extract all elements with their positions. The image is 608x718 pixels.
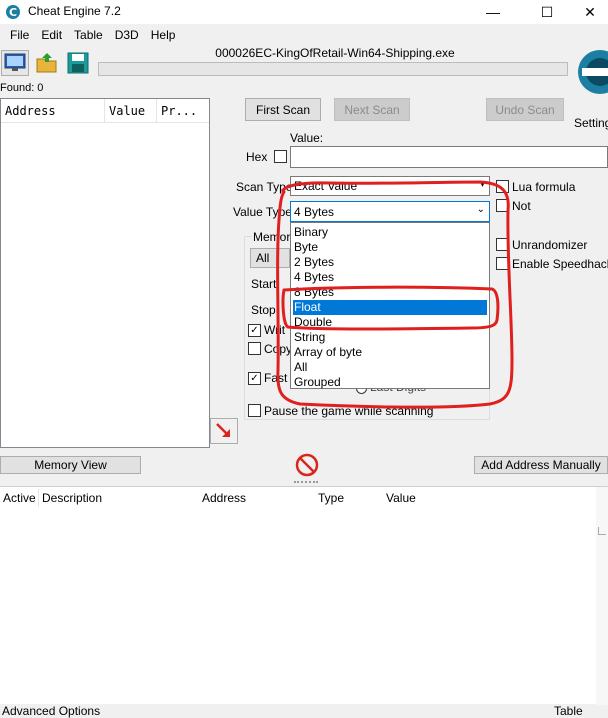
- folder-open-icon: [36, 53, 57, 73]
- found-count: Found: 0: [0, 82, 44, 94]
- speedhack-checkbox[interactable]: [496, 257, 509, 270]
- hex-checkbox[interactable]: [274, 150, 287, 163]
- lua-formula-checkbox[interactable]: [496, 180, 509, 193]
- svg-text:C: C: [9, 6, 17, 19]
- column-divider: [38, 489, 39, 507]
- option-all[interactable]: All: [293, 360, 487, 375]
- process-name-label: 000026EC-KingOfRetail-Win64-Shipping.exe: [215, 46, 455, 60]
- chevron-down-icon: ▾: [479, 179, 485, 190]
- pause-game-checkbox[interactable]: [248, 404, 261, 417]
- memory-region-value: All: [256, 251, 270, 265]
- title-bar: C Cheat Engine 7.2 — ☐ ✕: [0, 0, 608, 24]
- option-binary[interactable]: Binary: [293, 225, 487, 240]
- value-input[interactable]: [290, 146, 608, 168]
- column-value[interactable]: Value: [386, 491, 416, 505]
- status-bar: Advanced Options Table Extras: [0, 702, 608, 718]
- next-scan-button[interactable]: Next Scan: [334, 98, 410, 121]
- not-checkbox[interactable]: [496, 199, 509, 212]
- scan-type-label: Scan Type: [236, 180, 293, 194]
- unrandomizer-checkbox[interactable]: [496, 238, 509, 251]
- column-active[interactable]: Active: [3, 491, 36, 505]
- copy-on-write-label: Copy: [264, 342, 293, 356]
- value-label: Value:: [290, 131, 324, 145]
- option-byte[interactable]: Byte: [293, 240, 487, 255]
- writable-checkbox[interactable]: ✓: [248, 324, 261, 337]
- column-type[interactable]: Type: [318, 491, 344, 505]
- open-file-button[interactable]: [33, 50, 61, 76]
- option-grouped[interactable]: Grouped: [293, 375, 487, 390]
- option-string[interactable]: String: [293, 330, 487, 345]
- option-array-of-byte[interactable]: Array of byte: [293, 345, 487, 360]
- add-to-list-arrow-button[interactable]: [210, 418, 238, 444]
- chevron-down-icon: ⌄: [476, 204, 485, 215]
- arrow-down-right-icon: [216, 423, 230, 437]
- minimize-icon: —: [486, 4, 500, 20]
- pause-game-label: Pause the game while scanning: [264, 404, 434, 418]
- first-scan-button[interactable]: First Scan: [245, 98, 321, 121]
- menu-table[interactable]: Table: [68, 28, 109, 42]
- menu-file[interactable]: File: [4, 28, 35, 42]
- scroll-tick: [598, 527, 606, 535]
- speedhack-label: Enable Speedhack: [512, 257, 608, 271]
- maximize-button[interactable]: ☐: [524, 0, 570, 24]
- monitor-icon: [4, 53, 26, 71]
- window-title: Cheat Engine 7.2: [28, 4, 121, 18]
- option-4-bytes[interactable]: 4 Bytes: [293, 270, 487, 285]
- advanced-options-link[interactable]: Advanced Options: [2, 704, 100, 718]
- not-label: Not: [512, 199, 531, 213]
- option-double[interactable]: Double: [293, 315, 487, 330]
- memory-view-button[interactable]: Memory View: [0, 456, 141, 474]
- scan-progress-bar: [98, 62, 568, 76]
- column-description[interactable]: Description: [42, 491, 102, 505]
- open-process-button[interactable]: [1, 50, 29, 76]
- writable-label: Writ: [264, 323, 286, 337]
- option-float[interactable]: Float: [293, 300, 487, 315]
- unrandomizer-label: Unrandomizer: [512, 238, 588, 252]
- table-extras-link[interactable]: Table Extras: [554, 704, 608, 718]
- scan-type-select[interactable]: Exact Value ▾: [290, 176, 490, 196]
- column-previous[interactable]: Pr...: [157, 99, 209, 122]
- lua-formula-label: Lua formula: [512, 180, 576, 194]
- option-8-bytes[interactable]: 8 Bytes: [293, 285, 487, 300]
- column-address[interactable]: Address: [202, 491, 246, 505]
- menu-d3d[interactable]: D3D: [109, 28, 145, 42]
- undo-scan-button[interactable]: Undo Scan: [486, 98, 564, 121]
- cheat-table[interactable]: Active Description Address Type Value: [0, 486, 608, 705]
- hex-label: Hex: [246, 150, 268, 164]
- cheat-engine-logo-icon: C: [6, 5, 20, 19]
- found-address-list[interactable]: Address Value Pr...: [0, 98, 210, 448]
- floppy-disk-icon: [67, 52, 89, 74]
- value-type-dropdown-list[interactable]: Binary Byte 2 Bytes 4 Bytes 8 Bytes Floa…: [290, 222, 490, 389]
- address-list-header: Address Value Pr...: [1, 99, 209, 123]
- no-entry-icon: [295, 453, 319, 477]
- scan-type-value: Exact Value: [294, 179, 358, 193]
- value-type-value: 4 Bytes: [294, 204, 335, 219]
- add-address-manually-button[interactable]: Add Address Manually: [474, 456, 608, 474]
- settings-logo-icon[interactable]: [572, 48, 608, 112]
- copy-on-write-checkbox[interactable]: [248, 342, 261, 355]
- column-value[interactable]: Value: [105, 99, 157, 122]
- minimize-button[interactable]: —: [470, 0, 516, 24]
- fast-scan-checkbox[interactable]: ✓: [248, 372, 261, 385]
- settings-label[interactable]: Settings: [574, 116, 608, 130]
- splitter-handle[interactable]: [294, 481, 318, 483]
- menu-edit[interactable]: Edit: [35, 28, 68, 42]
- stop-scan-button[interactable]: [294, 452, 320, 478]
- cheat-table-scrollbar[interactable]: [596, 487, 608, 705]
- save-button[interactable]: [64, 50, 92, 76]
- menu-bar: File Edit Table D3D Help: [0, 24, 608, 46]
- option-2-bytes[interactable]: 2 Bytes: [293, 255, 487, 270]
- start-label: Start: [251, 277, 277, 291]
- value-type-label: Value Type: [233, 205, 292, 219]
- memory-region-select[interactable]: All: [250, 248, 290, 268]
- maximize-icon: ☐: [540, 3, 554, 20]
- column-address[interactable]: Address: [1, 99, 105, 122]
- menu-help[interactable]: Help: [145, 28, 182, 42]
- cheat-engine-window: C Cheat Engine 7.2 — ☐ ✕ File Edit Table…: [0, 0, 608, 718]
- close-icon: ✕: [584, 3, 596, 20]
- value-type-select[interactable]: 4 Bytes ⌄: [290, 201, 490, 222]
- close-button[interactable]: ✕: [572, 0, 608, 24]
- memory-scan-options-label: Memor: [252, 230, 292, 244]
- stop-label: Stop: [251, 303, 276, 317]
